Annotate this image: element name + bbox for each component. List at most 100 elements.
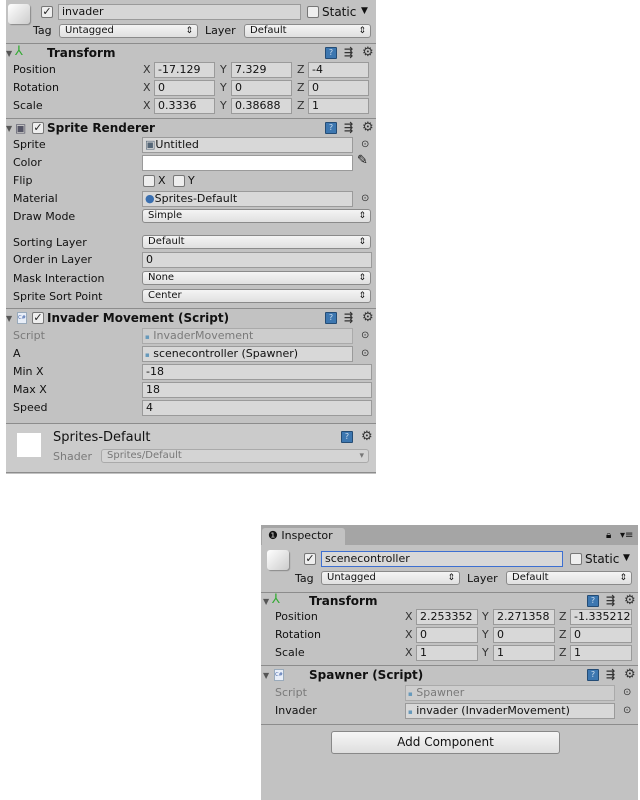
scale-x-input[interactable]: 0.3336: [154, 98, 215, 114]
sorting-layer-value: Default: [148, 236, 185, 247]
flip-x-label: X: [158, 174, 166, 187]
shader-dropdown[interactable]: Sprites/Default ▾: [101, 449, 369, 463]
object-name-input[interactable]: invader: [58, 4, 301, 20]
help-book-icon[interactable]: ?: [587, 595, 599, 607]
material-object-field[interactable]: ●Sprites-Default: [142, 191, 353, 207]
static-dropdown-arrow-icon[interactable]: ▼: [623, 551, 630, 565]
object-picker-target-icon[interactable]: ⊙: [361, 330, 369, 341]
active-checkbox[interactable]: ✓: [41, 6, 53, 18]
object-picker-target-icon[interactable]: ⊙: [361, 193, 369, 204]
help-book-icon[interactable]: ?: [325, 47, 337, 59]
scale-z-input[interactable]: 1: [308, 98, 369, 114]
min-x-input[interactable]: -18: [142, 364, 372, 380]
script-object-field[interactable]: ▪ Spawner: [405, 685, 615, 701]
rotation-y-input[interactable]: 0: [231, 80, 292, 96]
help-book-icon[interactable]: ?: [587, 669, 599, 681]
dropdown-arrow-icon: ⇕: [358, 273, 366, 283]
rotation-z-input[interactable]: 0: [308, 80, 369, 96]
position-x-input[interactable]: 2.253352: [416, 609, 478, 625]
object-picker-target-icon[interactable]: ⊙: [623, 687, 631, 698]
axis-label-x: X: [405, 610, 413, 623]
tab-inspector[interactable]: ❶ Inspector: [262, 528, 345, 545]
fold-arrow-icon[interactable]: ▼: [263, 597, 269, 606]
order-in-layer-input[interactable]: 0: [142, 252, 372, 268]
gear-icon[interactable]: ⚙: [362, 311, 374, 324]
static-checkbox[interactable]: [307, 6, 319, 18]
layer-dropdown[interactable]: Default ⇕: [506, 571, 632, 585]
tag-dropdown[interactable]: Untagged ⇕: [321, 571, 460, 585]
fold-arrow-icon[interactable]: ▼: [6, 314, 12, 323]
add-component-button[interactable]: Add Component: [331, 731, 560, 754]
scale-y-input[interactable]: 0.38688: [231, 98, 292, 114]
flip-x-checkbox[interactable]: [143, 175, 155, 187]
position-x-input[interactable]: -17.129: [154, 62, 215, 78]
preset-icon[interactable]: ⇶: [344, 311, 353, 324]
object-picker-target-icon[interactable]: ⊙: [361, 139, 369, 150]
rotation-z-input[interactable]: 0: [570, 627, 632, 643]
component-enabled-checkbox[interactable]: ✓: [32, 122, 44, 134]
fold-arrow-icon[interactable]: ▼: [6, 124, 12, 133]
draw-mode-dropdown[interactable]: Simple ⇕: [142, 209, 371, 223]
sprite-object-field[interactable]: ▣Untitled: [142, 137, 353, 153]
gear-icon[interactable]: ⚙: [361, 430, 373, 443]
static-dropdown-arrow-icon[interactable]: ▼: [361, 4, 368, 18]
position-y-input[interactable]: 2.271358: [493, 609, 555, 625]
sprite-sort-point-dropdown[interactable]: Center ⇕: [142, 289, 371, 303]
gear-icon[interactable]: ⚙: [624, 594, 636, 607]
position-z-input[interactable]: -4: [308, 62, 369, 78]
rotation-x-input[interactable]: 0: [416, 627, 478, 643]
rotation-y-input[interactable]: 0: [493, 627, 555, 643]
a-object-field[interactable]: ▪ scenecontroller (Spawner): [142, 346, 353, 362]
script-object-field[interactable]: ▪ InvaderMovement: [142, 328, 353, 344]
rotation-x-input[interactable]: 0: [154, 80, 215, 96]
gear-icon[interactable]: ⚙: [362, 121, 374, 134]
csharp-script-icon: C#: [274, 669, 284, 681]
tab-menu-icon[interactable]: ▾≡: [620, 529, 633, 543]
object-picker-target-icon[interactable]: ⊙: [361, 348, 369, 359]
help-book-icon[interactable]: ?: [341, 431, 353, 443]
axis-label-y: Y: [482, 628, 489, 641]
object-picker-target-icon[interactable]: ⊙: [623, 705, 631, 716]
eyedropper-icon[interactable]: ✎: [357, 154, 368, 168]
speed-input[interactable]: 4: [142, 400, 372, 416]
invader-object-field[interactable]: ▪ invader (InvaderMovement): [405, 703, 615, 719]
flip-y-checkbox[interactable]: [173, 175, 185, 187]
scale-x-input[interactable]: 1: [416, 645, 478, 661]
help-book-icon[interactable]: ?: [325, 312, 337, 324]
gear-icon[interactable]: ⚙: [362, 46, 374, 59]
active-checkbox[interactable]: ✓: [304, 553, 316, 565]
divider: [6, 43, 376, 44]
divider: [6, 472, 376, 473]
object-name-input[interactable]: scenecontroller: [321, 551, 563, 567]
mask-interaction-dropdown[interactable]: None ⇕: [142, 271, 371, 285]
preset-icon[interactable]: ⇶: [606, 594, 615, 607]
position-y-input[interactable]: 7.329: [231, 62, 292, 78]
layer-label: Layer: [467, 572, 498, 585]
max-x-input[interactable]: 18: [142, 382, 372, 398]
material-sphere-icon: ●: [145, 192, 155, 205]
preset-icon[interactable]: ⇶: [344, 121, 353, 134]
static-checkbox[interactable]: [570, 553, 582, 565]
material-value: Sprites-Default: [154, 192, 238, 205]
gameobject-cube-icon: [8, 4, 30, 24]
scale-z-input[interactable]: 1: [570, 645, 632, 661]
static-label: Static: [322, 5, 357, 19]
preset-icon[interactable]: ⇶: [344, 46, 353, 59]
preset-icon[interactable]: ⇶: [606, 668, 615, 681]
divider: [261, 724, 638, 725]
fold-arrow-icon[interactable]: ▼: [6, 49, 12, 58]
lock-icon[interactable]: 🔒︎: [606, 529, 611, 543]
tag-label: Tag: [33, 24, 52, 37]
axis-label-z: Z: [297, 81, 305, 94]
layer-dropdown[interactable]: Default ⇕: [244, 24, 371, 38]
tab-label: Inspector: [281, 529, 333, 542]
help-book-icon[interactable]: ?: [325, 122, 337, 134]
component-enabled-checkbox[interactable]: ✓: [32, 312, 44, 324]
color-field[interactable]: [142, 155, 353, 171]
position-z-input[interactable]: -1.335212: [570, 609, 632, 625]
gear-icon[interactable]: ⚙: [624, 668, 636, 681]
sorting-layer-dropdown[interactable]: Default ⇕: [142, 235, 371, 249]
tag-dropdown[interactable]: Untagged ⇕: [59, 24, 198, 38]
scale-y-input[interactable]: 1: [493, 645, 555, 661]
fold-arrow-icon[interactable]: ▼: [263, 671, 269, 680]
